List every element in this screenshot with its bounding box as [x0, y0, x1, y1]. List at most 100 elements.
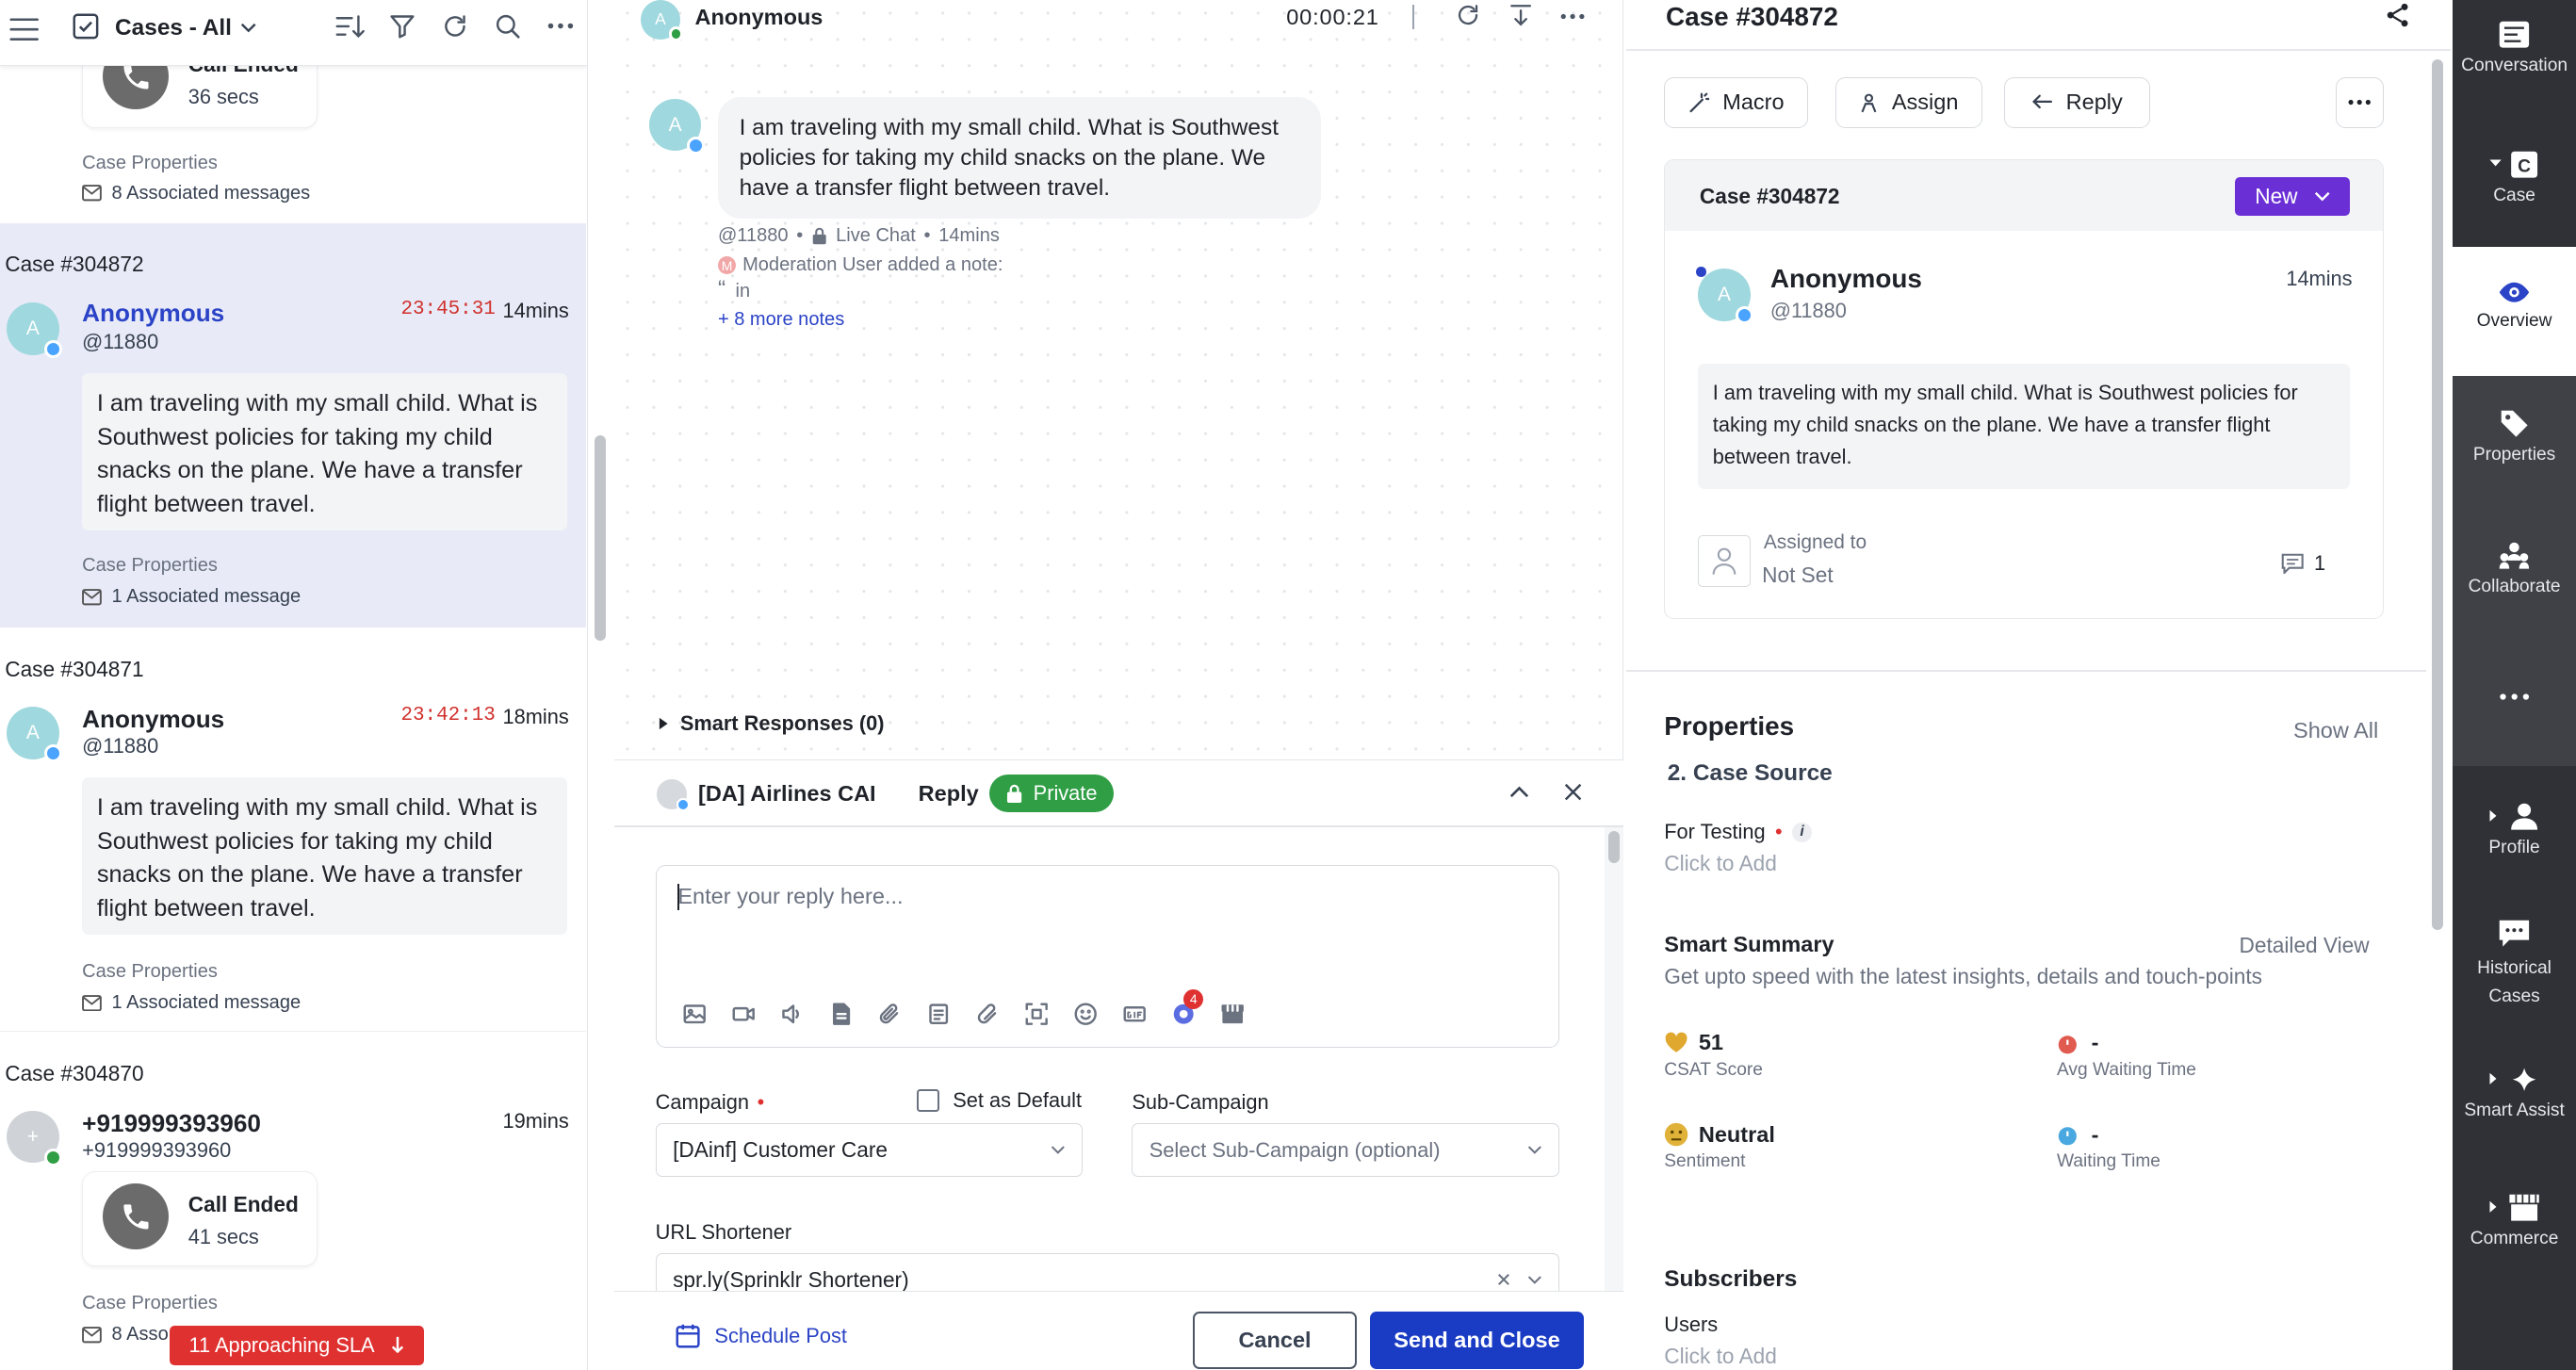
associated-messages[interactable]: 8 Asso [82, 1324, 169, 1346]
rail-historical-cases[interactable]: Historical Cases [2453, 919, 2576, 1011]
status-dropdown[interactable]: New [2235, 176, 2351, 217]
associated-messages[interactable]: 1 Associated message [82, 992, 301, 1014]
macro-button[interactable]: Macro [1664, 76, 1808, 128]
collapse-chevron-up-icon[interactable] [1509, 785, 1529, 798]
more-options-icon[interactable] [547, 23, 574, 29]
comment-count[interactable]: 1 [2281, 551, 2325, 576]
case-age: 19mins [502, 1108, 569, 1133]
screenshot-icon[interactable] [1025, 1003, 1049, 1025]
refresh-icon[interactable] [1456, 3, 1480, 27]
view-selector[interactable]: Cases - All [115, 15, 256, 41]
rail-commerce[interactable]: Commerce [2453, 1193, 2576, 1249]
set-default-checkbox[interactable] [916, 1089, 940, 1113]
store-icon[interactable] [1221, 1003, 1244, 1025]
case-list-scrollbar[interactable] [595, 435, 607, 641]
audio-icon[interactable] [780, 1003, 803, 1025]
assign-label: Assign [1891, 90, 1959, 115]
composer-scrollbar[interactable] [1607, 830, 1621, 864]
case-properties-link[interactable]: Case Properties [82, 555, 218, 577]
ai-assist-button[interactable]: 4 [1172, 988, 1204, 1025]
close-icon[interactable] [1564, 783, 1582, 801]
rail-label: Case [2493, 186, 2535, 205]
account-name[interactable]: [DA] Airlines CAI [698, 781, 876, 807]
schedule-post-button[interactable]: Schedule Post [676, 1323, 847, 1349]
rail-label: Conversation [2461, 56, 2568, 76]
case-properties-link[interactable]: Case Properties [82, 1293, 218, 1314]
assign-button[interactable]: Assign [1834, 76, 1982, 128]
case-properties-link[interactable]: Case Properties [82, 153, 218, 174]
subcampaign-select[interactable]: Select Sub-Campaign (optional) [1132, 1122, 1559, 1178]
moderation-user-avatar: M [717, 256, 737, 275]
video-icon[interactable] [732, 1003, 755, 1025]
select-all-checkbox-icon[interactable] [73, 13, 99, 40]
customer-name[interactable]: Anonymous [82, 299, 224, 328]
assigned-to-value[interactable]: Not Set [1762, 563, 1834, 588]
campaign-select[interactable]: [DAinf] Customer Care [655, 1122, 1083, 1178]
clear-icon[interactable] [1497, 1273, 1510, 1286]
info-icon[interactable]: i [1792, 822, 1813, 842]
reply-button[interactable]: Reply [2004, 76, 2150, 128]
contact-name[interactable]: Anonymous [695, 5, 823, 30]
image-icon[interactable] [683, 1003, 706, 1025]
sentiment-label: Sentiment [1664, 1151, 1746, 1172]
case-item[interactable]: Case #304870 + +919999393960 +9199993939… [0, 1032, 586, 1370]
reply-textarea[interactable]: Enter your reply here... 4 [655, 865, 1559, 1048]
for-testing-value[interactable]: Click to Add [1664, 851, 1777, 876]
rail-case[interactable]: C Case [2453, 150, 2576, 206]
share-icon[interactable] [2386, 3, 2410, 27]
associated-messages[interactable]: 1 Associated message [82, 586, 301, 608]
url-shortener-select[interactable]: spr.ly(Sprinklr Shortener) [655, 1252, 1559, 1296]
case-number: Case #304870 [5, 1061, 144, 1086]
gif-icon[interactable] [1123, 1003, 1147, 1025]
rail-smart-assist[interactable]: Smart Assist [2453, 1065, 2576, 1121]
download-icon[interactable] [1508, 3, 1533, 27]
emoji-icon[interactable] [1074, 1003, 1098, 1025]
cancel-button[interactable]: Cancel [1192, 1311, 1358, 1369]
more-options-icon[interactable] [1560, 13, 1585, 20]
reply-tab[interactable]: Reply [919, 781, 979, 807]
filter-icon[interactable] [389, 13, 416, 40]
case-number: Case #304871 [5, 657, 144, 682]
rail-conversation[interactable]: Conversation [2453, 20, 2576, 76]
customer-name[interactable]: +919999393960 [82, 1109, 261, 1138]
detailed-view-link[interactable]: Detailed View [2240, 933, 2370, 958]
case-item-selected[interactable]: Case #304872 A Anonymous @11880 23:45:31… [0, 223, 587, 628]
link-icon[interactable] [976, 1003, 999, 1025]
approaching-sla-button[interactable]: 11 Approaching SLA [169, 1326, 424, 1365]
attachment-icon[interactable] [878, 1003, 901, 1025]
private-toggle[interactable]: Private [988, 775, 1114, 813]
detail-scroll-track [2428, 53, 2446, 940]
hamburger-menu-icon[interactable] [9, 18, 40, 41]
smart-responses-toggle[interactable]: Smart Responses (0) [659, 711, 885, 736]
case-properties-link[interactable]: Case Properties [82, 961, 218, 983]
call-card[interactable]: Call Ended 41 secs [82, 1171, 318, 1267]
more-actions-button[interactable] [2336, 76, 2384, 128]
waiting-value: - [2091, 1121, 2099, 1147]
rail-collaborate[interactable]: Collaborate [2453, 506, 2576, 636]
set-as-default[interactable]: Set as Default [916, 1088, 1082, 1113]
customer-name[interactable]: Anonymous [82, 705, 224, 734]
sla-label: 11 Approaching SLA [188, 1333, 375, 1357]
detail-scrollbar[interactable] [2431, 58, 2443, 930]
send-and-close-button[interactable]: Send and Close [1370, 1311, 1584, 1369]
refresh-icon[interactable] [442, 13, 468, 40]
csat-value: 51 [1698, 1030, 1724, 1055]
composer-toolbar: 4 [683, 988, 1245, 1025]
rail-overview[interactable]: Overview [2453, 246, 2576, 377]
document-icon[interactable] [829, 1003, 852, 1025]
call-duration: 41 secs [187, 1224, 259, 1248]
case-item[interactable]: Case #304871 A Anonymous @11880 23:42:13… [0, 628, 587, 1032]
rail-profile[interactable]: Profile [2453, 802, 2576, 858]
more-notes-link[interactable]: + 8 more notes [718, 309, 844, 331]
users-add[interactable]: Click to Add [1664, 1344, 1777, 1369]
template-icon[interactable] [927, 1003, 950, 1025]
show-all-link[interactable]: Show All [2293, 718, 2378, 743]
associated-messages[interactable]: 8 Associated messages [82, 183, 310, 204]
search-icon[interactable] [495, 13, 521, 40]
sort-icon[interactable] [335, 13, 365, 40]
chevron-down-icon [2314, 192, 2330, 202]
customer-name[interactable]: Anonymous [1770, 264, 1922, 294]
campaign-label-text: Campaign [655, 1089, 749, 1114]
rail-properties[interactable]: Properties [2453, 376, 2576, 507]
rail-more[interactable] [2453, 635, 2576, 766]
